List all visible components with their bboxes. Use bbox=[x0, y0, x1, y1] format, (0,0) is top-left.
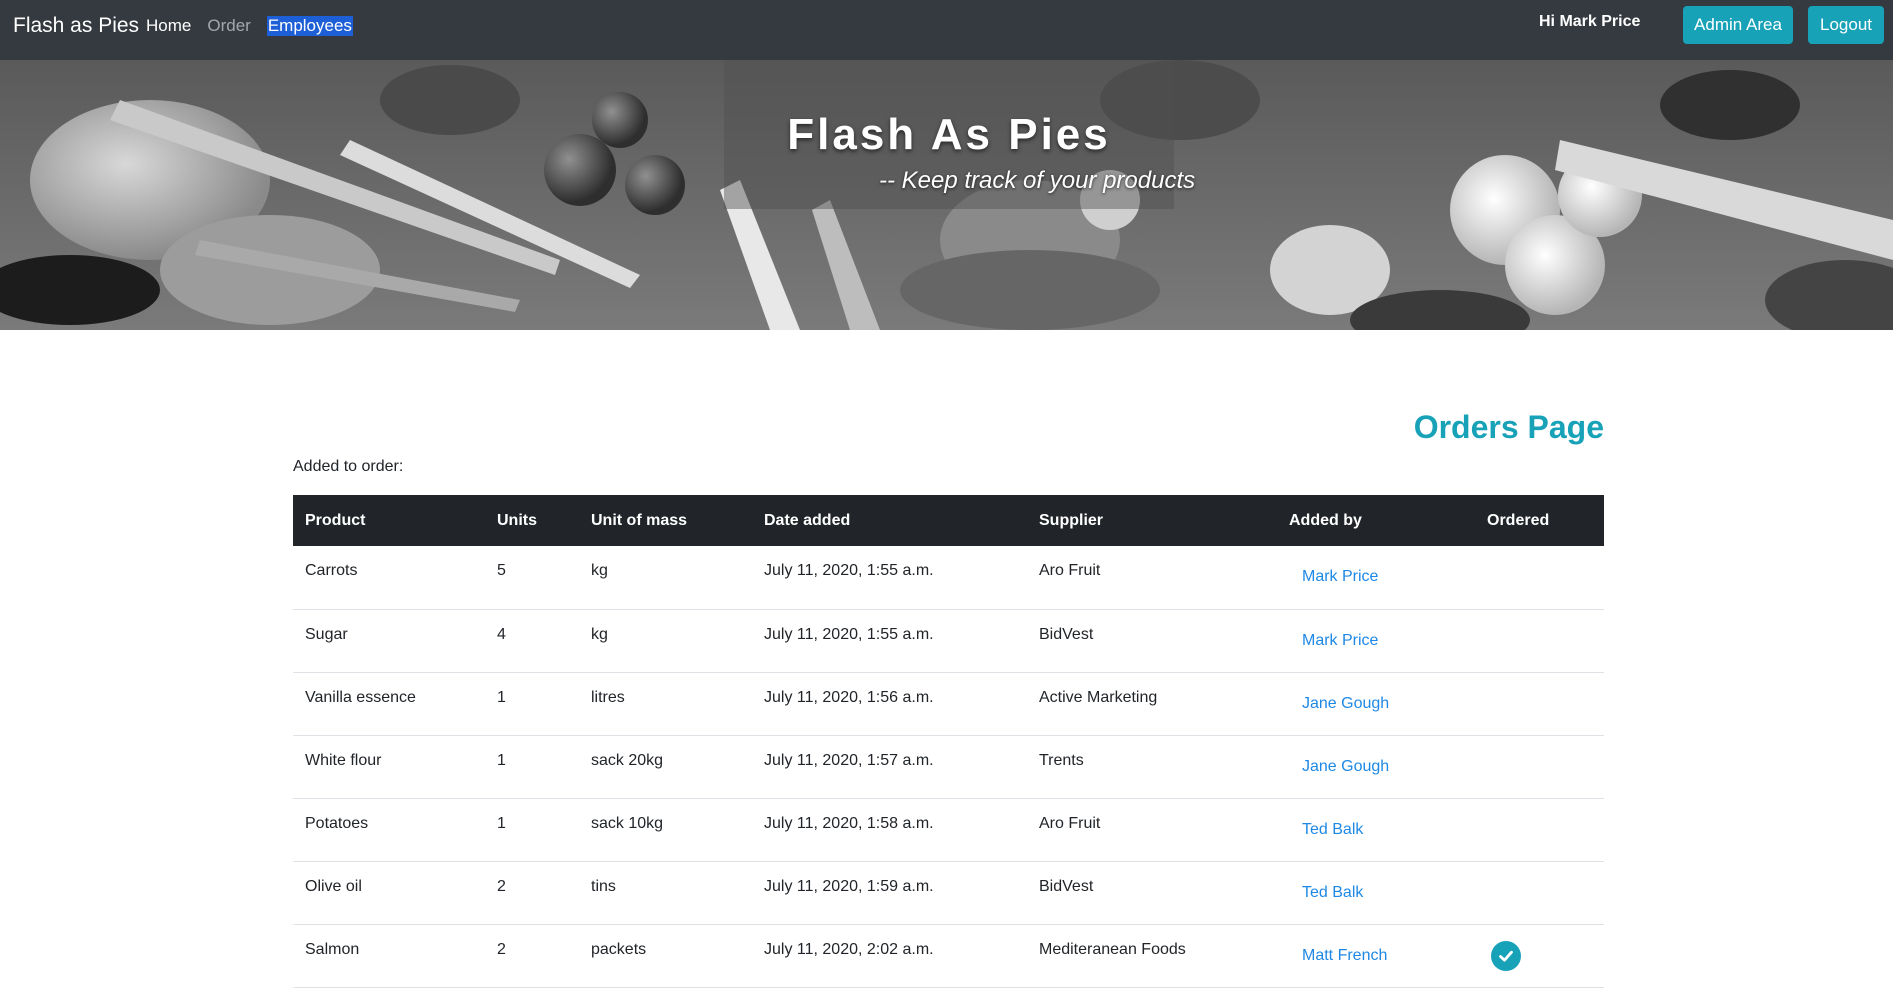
logout-button[interactable]: Logout bbox=[1808, 6, 1884, 44]
supplier-cell: Mediteranean Foods bbox=[1027, 924, 1277, 988]
unit-of-mass-cell: kg bbox=[579, 609, 752, 673]
employee-link[interactable]: Ted Balk bbox=[1302, 884, 1363, 901]
product-cell: Olive oil bbox=[293, 861, 485, 925]
nav-link-employees[interactable]: Employees bbox=[266, 16, 353, 36]
table-row: Sugar 4 kg July 11, 2020, 1:55 a.m. BidVest M… bbox=[293, 609, 1604, 673]
date-added-cell: July 11, 2020, 1:58 a.m. bbox=[752, 798, 1027, 862]
units-cell: 4 bbox=[485, 609, 579, 673]
user-greeting: Hi Mark Price bbox=[1539, 13, 1641, 30]
date-added-cell: July 11, 2020, 1:59 a.m. bbox=[752, 861, 1027, 925]
ordered-cell bbox=[1475, 798, 1604, 862]
employee-link[interactable]: Jane Gough bbox=[1302, 695, 1389, 712]
product-cell: White flour bbox=[293, 735, 485, 799]
ordered-cell bbox=[1475, 672, 1604, 736]
supplier-cell: Aro Fruit bbox=[1027, 798, 1277, 862]
orders-table-header: Product Units Unit of mass Date added Su… bbox=[293, 495, 1604, 546]
employee-link[interactable]: Jane Gough bbox=[1302, 758, 1389, 775]
ordered-cell bbox=[1475, 861, 1604, 925]
added-by-cell: Matt French bbox=[1277, 924, 1475, 988]
added-by-cell: Jane Gough bbox=[1277, 672, 1475, 736]
date-added-cell: July 11, 2020, 1:55 a.m. bbox=[752, 546, 1027, 610]
column-header-units: Units bbox=[485, 495, 579, 546]
hero-title: Flash As Pies bbox=[787, 110, 1111, 159]
date-added-cell: July 11, 2020, 1:56 a.m. bbox=[752, 672, 1027, 736]
table-row: Vanilla essence 1 litres July 11, 2020, 1:5… bbox=[293, 672, 1604, 736]
product-cell: Salmon bbox=[293, 924, 485, 988]
added-by-cell: Ted Balk bbox=[1277, 798, 1475, 862]
employee-link[interactable]: Ted Balk bbox=[1302, 821, 1363, 838]
unit-of-mass-cell: tins bbox=[579, 861, 752, 925]
column-header-date-added: Date added bbox=[752, 495, 1027, 546]
ordered-cell bbox=[1475, 924, 1604, 988]
navbar: Flash as Pies Home Order Employees Hi Ma… bbox=[0, 0, 1893, 60]
added-by-cell: Mark Price bbox=[1277, 546, 1475, 610]
added-by-cell: Ted Balk bbox=[1277, 861, 1475, 925]
nav-link-order[interactable]: Order bbox=[207, 16, 250, 36]
table-row: Carrots 5 kg July 11, 2020, 1:55 a.m. Aro Fr… bbox=[293, 546, 1604, 610]
date-added-cell: July 11, 2020, 1:57 a.m. bbox=[752, 735, 1027, 799]
column-header-added-by: Added by bbox=[1277, 495, 1475, 546]
employee-link[interactable]: Mark Price bbox=[1302, 632, 1378, 649]
supplier-cell: Active Marketing bbox=[1027, 672, 1277, 736]
product-cell: Vanilla essence bbox=[293, 672, 485, 736]
table-row: Potatoes 1 sack 10kg July 11, 2020, 1:58 a.… bbox=[293, 798, 1604, 862]
supplier-cell: Aro Fruit bbox=[1027, 546, 1277, 610]
units-cell: 1 bbox=[485, 798, 579, 862]
date-added-cell: July 11, 2020, 2:02 a.m. bbox=[752, 924, 1027, 988]
units-cell: 1 bbox=[485, 672, 579, 736]
column-header-unit-of-mass: Unit of mass bbox=[579, 495, 752, 546]
product-cell: Carrots bbox=[293, 546, 485, 610]
product-cell: Potatoes bbox=[293, 798, 485, 862]
orders-table-body: Carrots 5 kg July 11, 2020, 1:55 a.m. Aro Fr… bbox=[293, 546, 1604, 988]
column-header-supplier: Supplier bbox=[1027, 495, 1277, 546]
date-added-cell: July 11, 2020, 1:55 a.m. bbox=[752, 609, 1027, 673]
unit-of-mass-cell: packets bbox=[579, 924, 752, 988]
added-to-order-label: Added to order: bbox=[293, 458, 404, 475]
unit-of-mass-cell: sack 10kg bbox=[579, 798, 752, 862]
employee-link[interactable]: Mark Price bbox=[1302, 568, 1378, 585]
ordered-cell bbox=[1475, 609, 1604, 673]
ordered-cell bbox=[1475, 735, 1604, 799]
supplier-cell: BidVest bbox=[1027, 609, 1277, 673]
added-by-cell: Jane Gough bbox=[1277, 735, 1475, 799]
units-cell: 2 bbox=[485, 924, 579, 988]
orders-table: Product Units Unit of mass Date added Su… bbox=[293, 495, 1604, 988]
page-title: Orders Page bbox=[1413, 409, 1604, 445]
check-circle-icon bbox=[1491, 940, 1521, 971]
supplier-cell: BidVest bbox=[1027, 861, 1277, 925]
units-cell: 2 bbox=[485, 861, 579, 925]
column-header-product: Product bbox=[293, 495, 485, 546]
employee-link[interactable]: Matt French bbox=[1302, 947, 1387, 964]
table-row: Salmon 2 packets July 11, 2020, 2:02 a.m. Me… bbox=[293, 924, 1604, 988]
unit-of-mass-cell: litres bbox=[579, 672, 752, 736]
supplier-cell: Trents bbox=[1027, 735, 1277, 799]
nav-link-home[interactable]: Home bbox=[146, 16, 191, 36]
units-cell: 5 bbox=[485, 546, 579, 610]
column-header-ordered: Ordered bbox=[1475, 495, 1604, 546]
unit-of-mass-cell: kg bbox=[579, 546, 752, 610]
ordered-cell bbox=[1475, 546, 1604, 610]
brand-link[interactable]: Flash as Pies bbox=[13, 14, 139, 38]
admin-area-button[interactable]: Admin Area bbox=[1683, 6, 1793, 44]
table-row: White flour 1 sack 20kg July 11, 2020, 1:57… bbox=[293, 735, 1604, 799]
units-cell: 1 bbox=[485, 735, 579, 799]
hero-tagline: -- Keep track of your products bbox=[879, 167, 1196, 194]
table-row: Olive oil 2 tins July 11, 2020, 1:59 a.m. Bi… bbox=[293, 861, 1604, 925]
product-cell: Sugar bbox=[293, 609, 485, 673]
hero-banner: Flash As Pies -- Keep track of your prod… bbox=[0, 60, 1893, 330]
unit-of-mass-cell: sack 20kg bbox=[579, 735, 752, 799]
header-row: Product Units Unit of mass Date added Su… bbox=[293, 495, 1604, 546]
added-by-cell: Mark Price bbox=[1277, 609, 1475, 673]
nav-links: Home Order Employees bbox=[146, 16, 369, 36]
